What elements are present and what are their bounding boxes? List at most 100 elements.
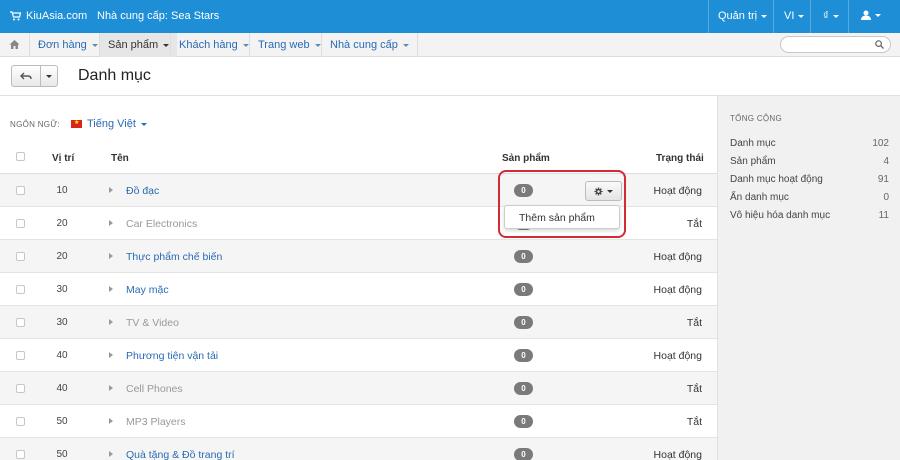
brand[interactable]: KiuAsia.com	[10, 10, 87, 22]
row-checkbox[interactable]	[16, 318, 25, 327]
row-checkbox[interactable]	[16, 285, 25, 294]
chevron-down-icon	[761, 14, 768, 18]
summary-stat-value: 11	[878, 210, 889, 221]
divider	[848, 0, 849, 33]
category-name-link[interactable]: Cell Phones	[126, 383, 183, 395]
back-dropdown-toggle[interactable]	[41, 66, 57, 86]
divider	[810, 0, 811, 33]
row-checkbox[interactable]	[16, 252, 25, 261]
summary-stat-label: Vô hiệu hóa danh mục	[730, 210, 831, 221]
expand-arrow-icon[interactable]	[109, 385, 113, 391]
chevron-down-icon	[242, 43, 249, 47]
page-header: Danh mục	[0, 57, 900, 96]
chevron-down-icon	[402, 43, 409, 47]
header-name[interactable]: Tên	[111, 153, 129, 164]
product-count-badge: 0	[514, 415, 533, 428]
status-toggle[interactable]: Hoạt động	[654, 449, 702, 460]
row-checkbox[interactable]	[16, 384, 25, 393]
status-toggle[interactable]: Hoạt động	[654, 251, 702, 263]
table-row: 20 Thực phẩm chế biến 0 Hoạt động	[0, 240, 717, 273]
expand-arrow-icon[interactable]	[109, 319, 113, 325]
chevron-down-icon	[875, 13, 881, 17]
row-position: 50	[56, 416, 68, 427]
status-toggle[interactable]: Tắt	[687, 218, 702, 230]
status-toggle[interactable]: Hoạt động	[654, 185, 702, 197]
language-dropdown[interactable]: Tiếng Việt	[87, 118, 136, 130]
nav-website[interactable]: Trang web	[249, 33, 329, 57]
category-name-link[interactable]: Đồ đạc	[126, 185, 159, 197]
status-toggle[interactable]: Hoạt động	[654, 350, 702, 362]
language-menu[interactable]: VI	[784, 10, 805, 22]
nav-bar: Đơn hàng Sản phẩm Khách hàng Trang web N…	[0, 33, 900, 57]
category-name-link[interactable]: May mặc	[126, 284, 169, 296]
product-count-badge: 0	[514, 250, 533, 263]
user-menu[interactable]	[861, 10, 881, 20]
admin-menu[interactable]: Quản trị	[718, 10, 768, 22]
summary-sidebar: TỔNG CỘNG Danh mục 102 Sản phẩm 4 Danh mục h…	[717, 96, 900, 460]
nav-vendors[interactable]: Nhà cung cấp	[321, 33, 418, 57]
chevron-down-icon	[314, 43, 321, 47]
status-toggle[interactable]: Tắt	[687, 416, 702, 428]
expand-arrow-icon[interactable]	[109, 418, 113, 424]
row-checkbox[interactable]	[16, 351, 25, 360]
table-row: 40 Phương tiện vận tải 0 Hoạt động	[0, 339, 717, 372]
page-title: Danh mục	[78, 67, 151, 84]
expand-arrow-icon[interactable]	[109, 352, 113, 358]
brand-label: KiuAsia.com	[26, 10, 88, 22]
annotation-highlight	[498, 170, 626, 238]
expand-arrow-icon[interactable]	[109, 220, 113, 226]
vendor-label: Nhà cung cấp: Sea Stars	[97, 10, 220, 22]
category-name-link[interactable]: Phương tiện vận tải	[126, 350, 218, 362]
summary-stat-value: 91	[877, 174, 889, 185]
divider	[773, 0, 774, 33]
table-row: 50 MP3 Players 0 Tắt	[0, 405, 717, 438]
nav-customers-label: Khách hàng	[179, 39, 238, 51]
chevron-down-icon	[91, 43, 98, 47]
currency-menu[interactable]: ₫	[823, 10, 839, 22]
header-status[interactable]: Trạng thái	[656, 153, 704, 164]
nav-website-label: Trang web	[258, 39, 310, 51]
row-checkbox[interactable]	[16, 219, 25, 228]
category-name-link[interactable]: MP3 Players	[126, 416, 186, 428]
category-name-link[interactable]: TV & Video	[126, 317, 179, 329]
summary-stat-label: Danh mục hoạt động	[730, 174, 823, 185]
product-count-badge: 0	[514, 283, 533, 296]
category-name-link[interactable]: Car Electronics	[126, 218, 197, 230]
chevron-down-icon	[798, 14, 805, 18]
summary-stat-value: 4	[883, 156, 889, 167]
row-position: 50	[56, 449, 68, 460]
summary-stat-row: Ẩn danh mục 0	[730, 192, 889, 203]
row-checkbox[interactable]	[16, 186, 25, 195]
nav-orders[interactable]: Đơn hàng	[29, 33, 106, 57]
row-position: 30	[56, 284, 68, 295]
search-icon[interactable]	[875, 40, 884, 49]
chevron-down-icon[interactable]	[140, 122, 147, 126]
nav-vendors-label: Nhà cung cấp	[330, 39, 398, 51]
expand-arrow-icon[interactable]	[109, 253, 113, 259]
language-selector: NGÔN NGỮ: Tiếng Việt	[10, 118, 147, 130]
status-toggle[interactable]: Tắt	[687, 317, 702, 329]
status-toggle[interactable]: Hoạt động	[654, 284, 702, 296]
cart-icon	[10, 11, 21, 21]
back-button[interactable]	[12, 66, 42, 86]
row-checkbox[interactable]	[16, 417, 25, 426]
home-icon[interactable]	[9, 39, 20, 50]
divider	[708, 0, 709, 33]
expand-arrow-icon[interactable]	[109, 187, 113, 193]
row-position: 30	[56, 317, 68, 328]
select-all-checkbox[interactable]	[16, 152, 25, 161]
search-input[interactable]	[780, 36, 891, 53]
row-checkbox[interactable]	[16, 450, 25, 459]
row-position: 20	[56, 251, 68, 262]
nav-customers[interactable]: Khách hàng	[170, 33, 257, 57]
header-products[interactable]: Sản phẩm	[502, 153, 550, 164]
category-name-link[interactable]: Thực phẩm chế biến	[126, 251, 222, 263]
expand-arrow-icon[interactable]	[109, 286, 113, 292]
category-name-link[interactable]: Quà tặng & Đồ trang trí	[126, 449, 235, 460]
expand-arrow-icon[interactable]	[109, 451, 113, 457]
row-position: 40	[56, 383, 68, 394]
header-position[interactable]: Vị trí	[52, 153, 74, 164]
status-toggle[interactable]: Tắt	[687, 383, 702, 395]
row-position: 20	[56, 218, 68, 229]
nav-products[interactable]: Sản phẩm	[99, 33, 178, 57]
